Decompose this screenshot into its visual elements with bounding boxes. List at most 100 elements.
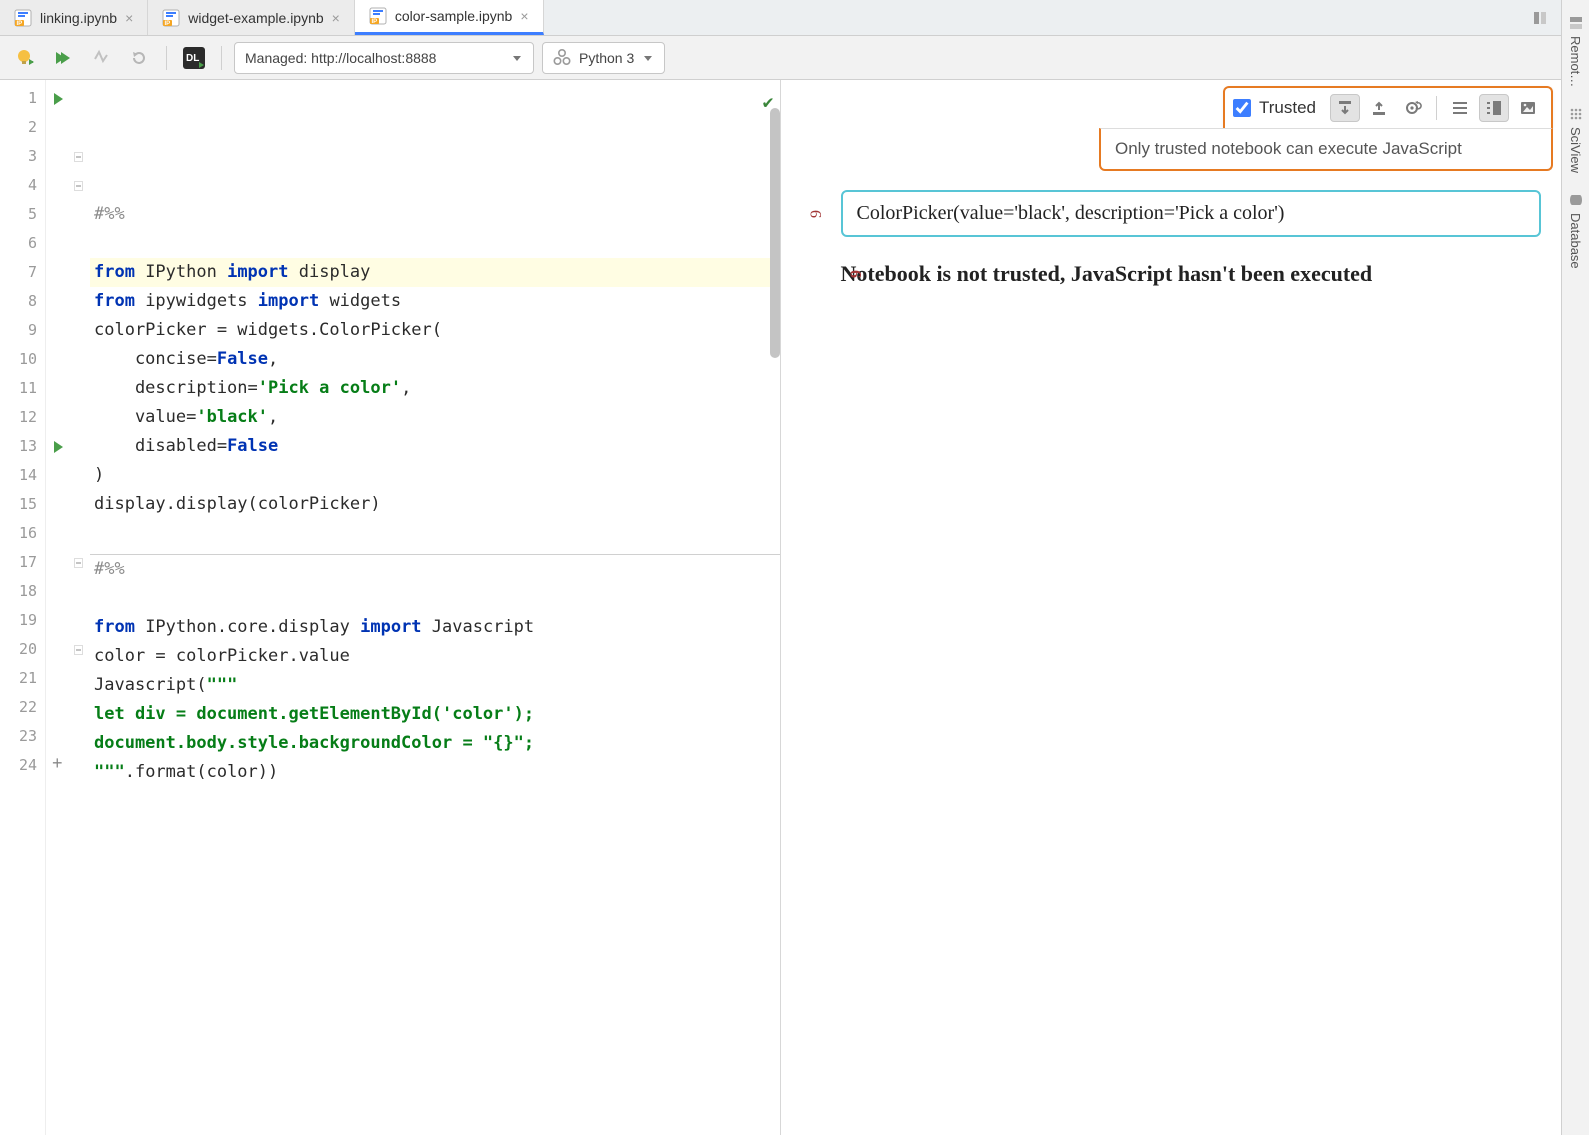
run-cell-icon[interactable] [54,441,63,453]
gutter-mark [46,722,90,751]
trusted-tooltip: Only trusted notebook can execute JavaSc… [1099,128,1553,171]
tab-label: widget-example.ipynb [188,10,323,26]
gutter-mark [46,664,90,693]
gutter-mark [46,606,90,635]
code-line[interactable] [90,584,780,613]
code-line[interactable] [90,874,780,903]
gutter-line: 2 [0,113,45,142]
editor-tabs: IP linking.ipynb × IP widget-example.ipy… [0,0,1561,36]
tab-options-icon[interactable] [1525,4,1555,32]
gutter-mark [46,258,90,287]
gutter-mark[interactable]: + [46,751,90,780]
code-line[interactable]: concise=False, [90,345,780,374]
gutter-mark [46,374,90,403]
fold-icon[interactable] [74,181,83,190]
editor-code-area[interactable]: ✔ #%%from IPython import displayfrom ipy… [90,80,780,1135]
gutter-line: 24 [0,751,45,780]
gutter-mark [46,548,90,577]
gutter-mark [46,403,90,432]
code-line[interactable]: from ipywidgets import widgets [90,287,780,316]
view-split-icon[interactable] [1479,94,1509,122]
run-cell-above-icon[interactable] [1364,94,1394,122]
fold-icon[interactable] [74,152,83,161]
chevron-down-icon [642,52,654,64]
toolwindow-remote[interactable]: Remot… [1566,8,1585,95]
gutter-mark[interactable] [46,84,90,113]
kernel-dropdown[interactable]: Python 3 [542,42,665,74]
code-line[interactable]: colorPicker = widgets.ColorPicker( [90,316,780,345]
restart-button[interactable] [124,44,154,72]
code-line[interactable]: #%% [90,200,780,229]
python-icon [553,49,571,67]
code-line[interactable]: from IPython.core.display import Javascr… [90,613,780,642]
svg-text:DL: DL [186,53,199,64]
view-lines-icon[interactable] [1445,94,1475,122]
code-line[interactable]: ) [90,461,780,490]
scrollbar-thumb[interactable] [770,108,780,358]
kernel-dropdown-label: Python 3 [579,50,634,66]
notebook-preview-pane: Trusted [781,80,1562,1135]
chevron-down-icon [511,52,523,64]
close-icon[interactable]: × [520,8,528,24]
gutter-mark [46,113,90,142]
notebook-file-icon: IP [162,9,180,27]
gutter-line: 12 [0,403,45,432]
gutter-mark [46,693,90,722]
gutter-line: 17 [0,548,45,577]
svg-text:IP: IP [165,21,171,27]
fold-icon[interactable] [74,558,83,567]
close-icon[interactable]: × [332,10,340,26]
gutter-line: 3 [0,142,45,171]
run-all-button[interactable] [48,44,78,72]
add-cell-icon[interactable]: + [52,753,63,774]
code-line[interactable]: document.body.style.backgroundColor = "{… [90,729,780,758]
gutter-line: 11 [0,374,45,403]
fold-icon[interactable] [74,645,83,654]
gutter-mark[interactable] [46,432,90,461]
gutter-mark [46,287,90,316]
trusted-checkbox[interactable] [1233,99,1251,117]
code-line[interactable]: Javascript(""" [90,671,780,700]
view-image-icon[interactable] [1513,94,1543,122]
gutter-mark [46,461,90,490]
tab-linking[interactable]: IP linking.ipynb × [0,0,148,35]
code-line[interactable]: value='black', [90,403,780,432]
editor-fold-column: + [46,80,90,1135]
run-cell-icon[interactable] [54,93,63,105]
code-line[interactable] [90,787,780,816]
code-line[interactable] [90,229,780,258]
interrupt-button[interactable] [86,44,116,72]
code-line[interactable]: display.display(colorPicker) [90,490,780,519]
code-line[interactable] [90,519,780,548]
close-icon[interactable]: × [125,10,133,26]
datalore-icon[interactable]: DL [179,44,209,72]
cell-output: 9 ColorPicker(value='black', description… [841,190,1542,237]
tab-label: linking.ipynb [40,10,117,26]
gutter-mark [46,345,90,374]
right-tool-bar: Remot… SciView Database [1561,0,1589,1135]
code-line[interactable]: disabled=False [90,432,780,461]
server-dropdown[interactable]: Managed: http://localhost:8888 [234,42,534,74]
toolwindow-database[interactable]: Database [1566,185,1585,277]
editor-gutter: 123456789101112131415161718192021222324 [0,80,46,1135]
code-line[interactable]: color = colorPicker.value [90,642,780,671]
code-line[interactable]: """.format(color)) [90,758,780,787]
gutter-line: 16 [0,519,45,548]
code-line[interactable]: let div = document.getElementById('color… [90,700,780,729]
tab-color-sample[interactable]: IP color-sample.ipynb × [355,0,544,35]
preview-toolbar: Trusted [1223,86,1553,128]
tab-widget-example[interactable]: IP widget-example.ipynb × [148,0,355,35]
refresh-preview-icon[interactable] [1398,94,1428,122]
code-line[interactable] [90,845,780,874]
code-line[interactable]: from IPython import display [90,258,780,287]
server-dropdown-label: Managed: http://localhost:8888 [245,50,503,66]
code-line[interactable]: #%% [90,555,780,584]
code-line[interactable]: description='Pick a color', [90,374,780,403]
run-cell-below-icon[interactable] [1330,94,1360,122]
toolwindow-sciview[interactable]: SciView [1566,99,1585,181]
intention-bulb-icon[interactable] [10,44,40,72]
gutter-mark [46,142,90,171]
notebook-file-icon: IP [14,9,32,27]
code-editor[interactable]: 123456789101112131415161718192021222324 … [0,80,781,1135]
code-line[interactable] [90,816,780,845]
